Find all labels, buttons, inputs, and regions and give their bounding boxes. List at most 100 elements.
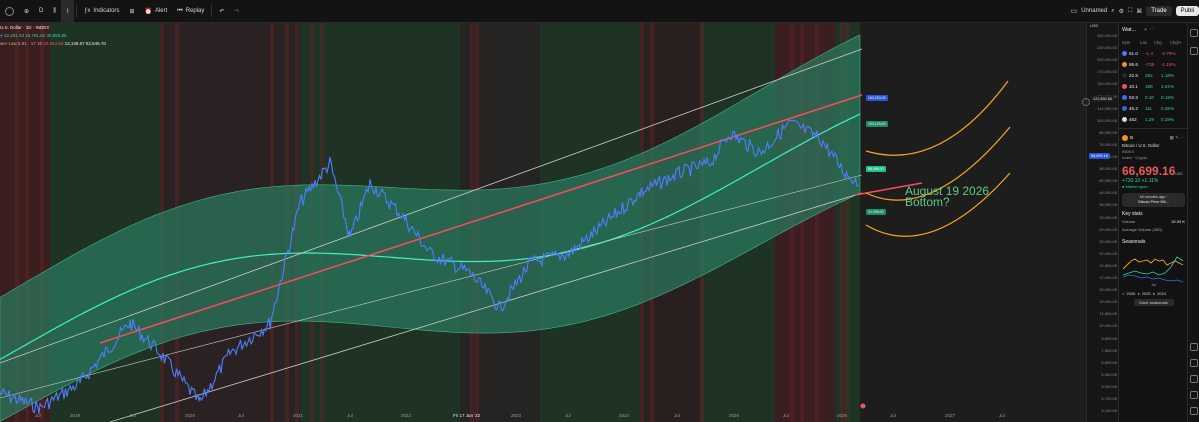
market-status-text: Market open [1125,184,1148,189]
symbol-logo-icon [1122,117,1127,122]
season-line-2025 [1122,256,1184,276]
row-chg: 1.29 [1145,117,1154,122]
chat-icon[interactable] [1190,343,1198,351]
price-tick: 6,000.00 [1101,371,1117,377]
layout-name[interactable]: Unnamed [1081,8,1107,14]
price-tick: 170,000.00 [1096,69,1117,75]
more-seasonals-button[interactable]: More seasonals [1133,299,1174,306]
watchlist-row[interactable]: 22.5 262 1.18% [1119,70,1188,81]
calendar-icon[interactable] [1190,375,1198,383]
details-actions-icons[interactable]: ▦ ✎ ⋯ [1170,135,1188,141]
time-tick: Jul [674,413,680,418]
search-icon[interactable]: ⌕ [1111,8,1114,15]
currency-label[interactable]: USD [1090,23,1098,28]
indicators-button[interactable]: ƒx Indicators [79,0,124,22]
fullscreen-icon[interactable]: ⛶ [1128,8,1132,15]
col-chg[interactable]: Chg [1154,40,1168,45]
bar-style-button[interactable]: ⫼ [48,0,61,22]
time-tick: 2019 [70,413,81,418]
more-icon[interactable]: ⋯ [1149,27,1155,33]
annotation-question: Bottom? [905,195,950,209]
symbol-short: B [1130,135,1134,140]
replay-button[interactable]: ⏮ Replay [172,0,209,22]
time-axis[interactable]: Jul 2019 Jul 2020 Jul 2021 Jul 2022 Fri 17 Jun '… [0,410,1086,422]
seasonals-title[interactable]: Seasonals [1119,239,1188,245]
watchlist-header: Wat... + ⋯ [1119,23,1188,37]
event-marker[interactable] [860,403,866,409]
avg-volume-label: Average Volume (30D) [1122,226,1163,232]
indicators-label: Indicators [93,8,120,14]
price-tick: 86,000.00 [1099,129,1117,135]
redo-icon: ↷ [234,8,240,15]
news-headline: Bitcoin Price Wil... [1138,200,1169,204]
time-tick: 2022 [401,413,412,418]
legend-indicator-name: wer Law 5.81 · 17 10 [0,41,43,46]
price-chart[interactable] [0,23,1086,422]
time-tick: Jul [35,413,41,418]
watchlist-row[interactable]: 53.3 0.10 0.19% [1119,92,1188,103]
time-tick: Fri 17 Jun '22 [453,413,481,418]
chart-type-button[interactable]: ⌇ [61,0,75,22]
chart-annotation[interactable]: August 19 2026 Bottom? [905,185,989,209]
row-chgp: 0.25% [1161,106,1175,111]
templates-button[interactable]: ⊞ [124,0,139,22]
col-chgp[interactable]: Chg% [1170,40,1181,45]
redo-button[interactable]: ↷ [229,0,244,22]
tag-lower: 41,296.00 [866,209,886,215]
seasonals-chart[interactable]: Jul [1121,247,1187,287]
watchlist-row[interactable]: 45.2 111 0.25% [1119,103,1188,114]
price-axis[interactable]: USD 260,000.00 230,000.00 200,000.00 170,00… [1086,23,1119,422]
col-last[interactable]: Las [1140,40,1152,45]
alerts-icon[interactable] [1190,47,1198,55]
row-last: 10.1 [1129,84,1138,89]
row-chgp: 0.28% [1161,117,1175,122]
time-tick: 2026 [837,413,848,418]
watchlist-row[interactable]: 51.0 -1.4 -2.79% [1119,48,1188,59]
projection-upper [865,80,1009,156]
row-last: 45.2 [1129,106,1138,111]
settings-icon[interactable]: ⚙ [1119,8,1124,15]
watchlist-row[interactable]: 10.1 169 1.61% [1119,81,1188,92]
layout-icon[interactable]: ▭ [1071,7,1078,15]
symbol-details: B ▦ ✎ ⋯ Bitcoin / U.S. Dollar INDEX Inde… [1119,128,1188,306]
row-last: 452 [1129,117,1137,122]
camera-icon[interactable]: ⌘ [1136,8,1142,15]
price-tick: 38,000.00 [1099,202,1117,208]
row-chgp: -1.15% [1161,62,1176,67]
timeframe-button[interactable]: D [34,0,48,22]
time-tick: Jul [565,413,571,418]
publish-button[interactable]: Publi [1175,6,1199,16]
trade-button[interactable]: Trade [1146,6,1172,16]
alert-button[interactable]: ⏰ Alert [139,0,172,22]
undo-icon: ↶ [219,8,225,15]
crosshair-plus-icon[interactable] [1082,98,1090,106]
legend-values: 42,261.33 15,781.62 35,855.96 [3,33,67,38]
ideas-icon[interactable] [1190,359,1198,367]
add-symbol-button[interactable]: ⊕ [19,0,34,22]
watchlist-icon[interactable] [1190,29,1198,37]
season-year-1: 2026 [1126,290,1136,296]
watchlist-row[interactable]: 86.6 -735 -1.15% [1119,59,1188,70]
row-chg: -735 [1145,62,1155,67]
symbol-search-button[interactable] [0,0,19,22]
news-card[interactable]: 18 minutes ago · Bitcoin Price Wil... [1122,193,1185,207]
time-tick: Jul [783,413,789,418]
row-chgp: 1.61% [1161,84,1175,89]
price-tick: 44,000.00 [1099,190,1117,196]
add-icon[interactable]: + [1144,27,1147,33]
market-status: ● Market open [1122,184,1148,189]
help-icon[interactable] [1190,407,1198,415]
col-sym[interactable]: Sym [1122,40,1138,45]
watchlist-title[interactable]: Wat... [1122,27,1136,33]
undo-button[interactable]: ↶ [214,0,229,22]
notifications-icon[interactable] [1190,391,1198,399]
tag-upper-red: 162,253.00 [866,95,888,101]
line-chart-icon: ⌇ [66,8,70,15]
time-tick: 2025 [729,413,740,418]
price-tick: 11,500.00 [1099,311,1118,317]
tag-mid: 56,066.00 [866,166,886,172]
chart-pane[interactable] [0,23,1086,422]
row-chg: -1.4 [1145,51,1153,56]
price-tick: 6,800.00 [1101,359,1117,365]
watchlist-row[interactable]: 452 1.29 0.28% [1119,114,1188,125]
